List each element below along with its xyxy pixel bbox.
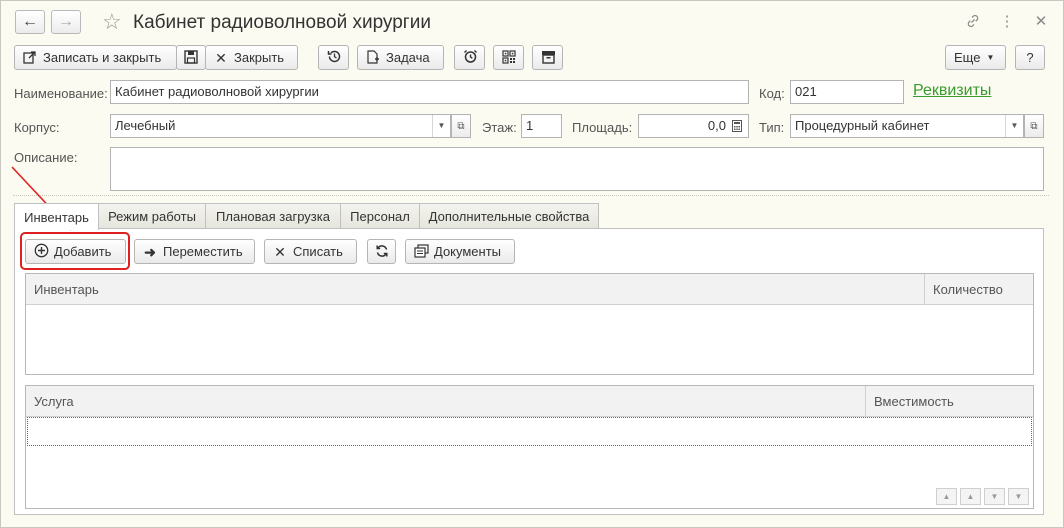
qr-code-icon bbox=[501, 49, 516, 66]
code-field[interactable]: 021 bbox=[790, 80, 904, 104]
move-down-icon[interactable]: ▼ bbox=[984, 488, 1005, 505]
tab-inventory[interactable]: Инвентарь bbox=[14, 203, 99, 230]
history-icon bbox=[327, 49, 341, 66]
favorite-star-icon[interactable]: ☆ bbox=[102, 9, 122, 35]
task-button[interactable]: Задача bbox=[357, 45, 444, 70]
tab-label: Инвентарь bbox=[24, 209, 89, 225]
services-table[interactable]: Услуга Вместимость ▲ ▲ ▼ ▼ bbox=[25, 385, 1034, 509]
close-x-icon: ✕ bbox=[215, 49, 227, 66]
write-off-button[interactable]: ✕ Списать bbox=[264, 239, 357, 264]
floor-value: 1 bbox=[526, 118, 534, 133]
area-label: Площадь: bbox=[572, 120, 633, 135]
documents-button[interactable]: Документы bbox=[405, 239, 515, 264]
more-label: Еще bbox=[954, 50, 981, 65]
arrow-right-icon: → bbox=[58, 13, 74, 30]
code-value: 021 bbox=[795, 84, 817, 99]
floppy-disk-icon bbox=[184, 49, 198, 66]
tab-label: Режим работы bbox=[108, 209, 196, 224]
floor-label: Этаж: bbox=[482, 120, 517, 135]
open-form-icon: ⧉ bbox=[457, 120, 465, 132]
column-header-quantity[interactable]: Количество bbox=[924, 274, 1033, 304]
move-up-icon[interactable]: ▲ bbox=[960, 488, 981, 505]
tab-staff[interactable]: Персонал bbox=[340, 203, 420, 229]
archive-button[interactable] bbox=[532, 45, 563, 70]
close-button[interactable]: ✕ Закрыть bbox=[205, 45, 298, 70]
window-controls: ⋮ ✕ bbox=[965, 11, 1049, 31]
qr-code-button[interactable] bbox=[493, 45, 524, 70]
section-divider bbox=[13, 195, 1049, 196]
code-label: Код: bbox=[759, 86, 785, 101]
close-label: Закрыть bbox=[234, 50, 285, 65]
history-button[interactable] bbox=[318, 45, 349, 70]
name-field[interactable]: Кабинет радиоволновой хирургии bbox=[110, 80, 749, 104]
form-window: ← → ☆ Кабинет радиоволновой хирургии ⋮ ✕… bbox=[0, 0, 1064, 528]
type-label: Тип: bbox=[759, 120, 785, 135]
building-select[interactable]: Лечебный ▼ bbox=[110, 114, 451, 138]
reminder-button[interactable] bbox=[454, 45, 485, 70]
annotation-highlight-box bbox=[20, 232, 130, 270]
refresh-button[interactable] bbox=[367, 239, 396, 264]
link-icon[interactable] bbox=[965, 11, 981, 31]
documents-label: Документы bbox=[434, 244, 502, 259]
close-icon[interactable]: ✕ bbox=[1033, 11, 1049, 31]
refresh-icon bbox=[375, 244, 389, 260]
row-move-controls: ▲ ▲ ▼ ▼ bbox=[932, 485, 1033, 508]
column-header-capacity[interactable]: Вместимость bbox=[865, 386, 1033, 416]
type-value: Процедурный кабинет bbox=[795, 118, 930, 133]
close-x-icon: ✕ bbox=[274, 243, 286, 260]
save-close-icon bbox=[23, 50, 37, 66]
move-button[interactable]: ➜ Переместить bbox=[134, 239, 255, 264]
tab-planned-load[interactable]: Плановая загрузка bbox=[205, 203, 341, 229]
name-value: Кабинет радиоволновой хирургии bbox=[115, 84, 319, 99]
window-title: Кабинет радиоволновой хирургии bbox=[133, 12, 431, 33]
selected-empty-row[interactable] bbox=[27, 417, 1032, 446]
task-label: Задача bbox=[386, 50, 430, 65]
requisites-link[interactable]: Реквизиты bbox=[913, 82, 991, 100]
move-to-top-icon[interactable]: ▲ bbox=[936, 488, 957, 505]
column-header-inventory[interactable]: Инвентарь bbox=[26, 274, 924, 304]
dropdown-arrow-icon[interactable]: ▼ bbox=[1005, 115, 1023, 137]
more-menu-icon[interactable]: ⋮ bbox=[999, 11, 1015, 31]
back-button[interactable]: ← bbox=[15, 10, 45, 34]
save-and-close-label: Записать и закрыть bbox=[43, 50, 162, 65]
calculator-icon[interactable] bbox=[730, 120, 744, 132]
floor-field[interactable]: 1 bbox=[521, 114, 562, 138]
column-header-service[interactable]: Услуга bbox=[26, 386, 865, 416]
area-value: 0,0 bbox=[707, 118, 726, 133]
description-field[interactable] bbox=[110, 147, 1044, 191]
new-task-icon bbox=[366, 49, 380, 66]
documents-icon bbox=[414, 243, 429, 260]
type-select[interactable]: Процедурный кабинет ▼ bbox=[790, 114, 1024, 138]
tab-label: Плановая загрузка bbox=[216, 209, 330, 224]
name-label: Наименование: bbox=[14, 86, 108, 101]
save-button[interactable] bbox=[176, 45, 206, 70]
area-field[interactable]: 0,0 bbox=[638, 114, 749, 138]
services-table-header: Услуга Вместимость bbox=[26, 386, 1033, 417]
forward-button[interactable]: → bbox=[51, 10, 81, 34]
more-button[interactable]: Еще ▼ bbox=[945, 45, 1006, 70]
building-open-button[interactable]: ⧉ bbox=[451, 114, 471, 138]
open-form-icon: ⧉ bbox=[1030, 120, 1038, 132]
type-open-button[interactable]: ⧉ bbox=[1024, 114, 1044, 138]
arrow-right-icon: ➜ bbox=[144, 243, 156, 260]
tab-work-mode[interactable]: Режим работы bbox=[98, 203, 206, 229]
tab-label: Персонал bbox=[350, 209, 410, 224]
move-label: Переместить bbox=[163, 244, 243, 259]
building-label: Корпус: bbox=[14, 120, 60, 135]
help-button[interactable]: ? bbox=[1015, 45, 1045, 70]
archive-box-icon bbox=[541, 50, 555, 66]
help-label: ? bbox=[1026, 50, 1034, 65]
save-and-close-button[interactable]: Записать и закрыть bbox=[14, 45, 177, 70]
dropdown-arrow-icon[interactable]: ▼ bbox=[432, 115, 450, 137]
inventory-table-header: Инвентарь Количество bbox=[26, 274, 1033, 305]
arrow-left-icon: ← bbox=[22, 13, 38, 30]
chevron-down-icon: ▼ bbox=[986, 53, 995, 62]
tab-label: Дополнительные свойства bbox=[428, 209, 590, 224]
inventory-table[interactable]: Инвентарь Количество bbox=[25, 273, 1034, 375]
write-off-label: Списать bbox=[293, 244, 343, 259]
tab-additional-properties[interactable]: Дополнительные свойства bbox=[419, 203, 599, 229]
building-value: Лечебный bbox=[115, 118, 176, 133]
move-to-bottom-icon[interactable]: ▼ bbox=[1008, 488, 1029, 505]
alarm-clock-icon bbox=[463, 49, 477, 66]
